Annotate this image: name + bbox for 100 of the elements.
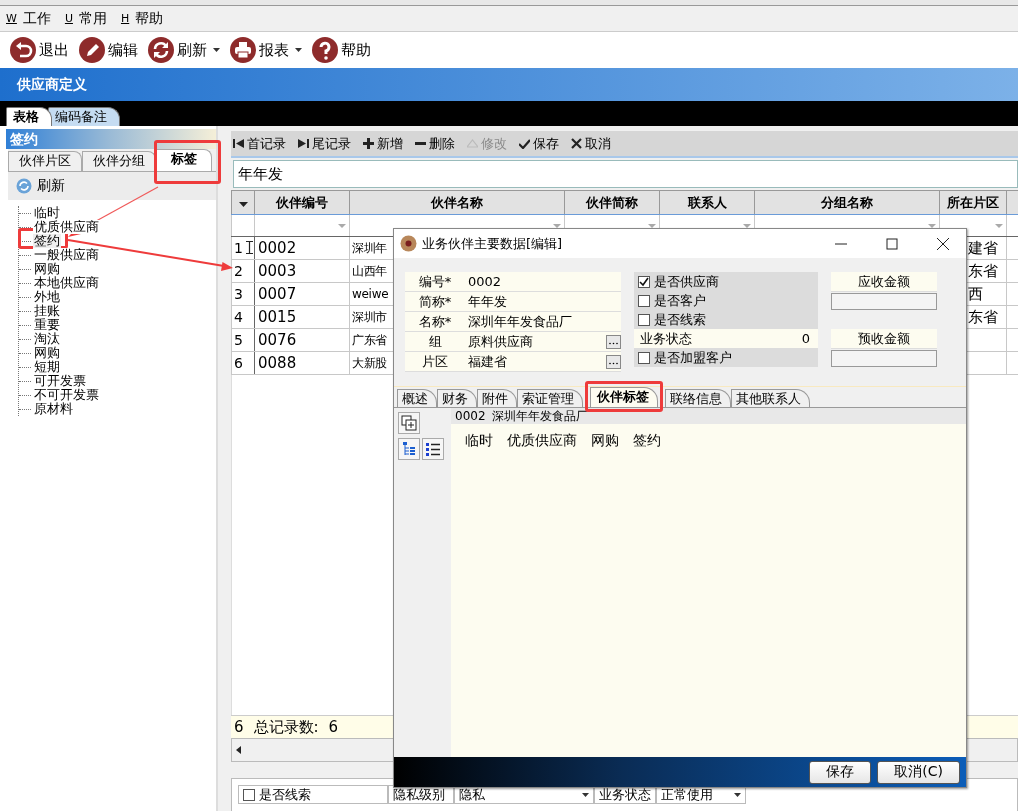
record-code: 0002 — [455, 409, 486, 423]
toolbar-button[interactable]: 新增 — [363, 134, 403, 153]
tree-item[interactable]: 短期 — [33, 360, 61, 374]
field-label: 是否加盟客户 — [654, 348, 732, 367]
save-button[interactable]: 保存 — [809, 760, 872, 784]
copy-button[interactable] — [398, 412, 420, 434]
ellipsis-icon — [609, 361, 618, 365]
caret-icon — [734, 792, 741, 797]
caret-icon — [582, 792, 589, 797]
toolbar-button[interactable]: 编辑 — [77, 37, 140, 63]
checkbox[interactable] — [638, 351, 650, 364]
cancel-button[interactable]: 取消(C) — [877, 760, 960, 784]
row-number: 1 — [234, 240, 243, 256]
checkbox[interactable] — [638, 294, 650, 307]
list-button[interactable] — [422, 438, 444, 460]
tree-icon — [401, 441, 417, 457]
tree-item[interactable]: 签约 — [33, 234, 61, 248]
checkbox[interactable] — [638, 313, 650, 326]
toolbar-button[interactable]: 退出 — [8, 37, 71, 63]
table-cell: 0015 — [254, 305, 350, 329]
toolbar-button[interactable]: 删除 — [415, 134, 455, 153]
tree-item[interactable]: 本地供应商 — [33, 276, 100, 290]
tab[interactable]: 表格 — [6, 107, 52, 126]
tree-item[interactable]: 网购 — [33, 262, 61, 276]
list-icon — [425, 441, 441, 457]
tree-item[interactable]: 优质供应商 — [33, 220, 100, 234]
tree-item[interactable]: 临时 — [33, 206, 61, 220]
tab[interactable]: 伙伴标签 — [590, 387, 658, 407]
field-label: 是否供应商 — [654, 272, 719, 291]
dropdown-arrow-icon — [238, 202, 248, 207]
checkbox[interactable] — [243, 788, 255, 801]
total-label: 总记录数: — [253, 717, 319, 737]
checkbox[interactable] — [638, 275, 650, 288]
column-header[interactable]: 分组名称 — [754, 190, 940, 215]
menu-item[interactable]: U 常用 — [64, 9, 107, 28]
tag-label: 优质供应商 — [507, 432, 577, 450]
tab[interactable]: 伙伴片区 — [8, 151, 82, 171]
field-label: 是否线索 — [259, 785, 311, 804]
column-header[interactable]: 伙伴编号 — [254, 190, 350, 215]
table-cell: 0088 — [254, 351, 350, 375]
tree-item[interactable]: 网购 — [33, 346, 61, 360]
column-header[interactable]: 联系人 — [659, 190, 755, 215]
toolbar-button[interactable]: 刷新 — [146, 37, 222, 63]
skip-end-icon — [298, 138, 309, 149]
column-header[interactable]: 所在片区 — [939, 190, 1007, 215]
window-title: 业务伙伴主要数据[编辑] — [422, 234, 564, 253]
tree-item[interactable]: 原材料 — [33, 402, 74, 416]
toolbar-button[interactable]: 帮助 — [310, 37, 373, 63]
cookie-icon — [400, 235, 417, 252]
tree-view-button[interactable] — [398, 438, 420, 460]
tab[interactable]: 财务 — [437, 389, 477, 407]
close-icon — [571, 138, 582, 149]
tab[interactable]: 其他联系人 — [731, 389, 810, 407]
browse-button[interactable] — [606, 334, 621, 349]
menu-item[interactable]: H 帮助 — [120, 9, 164, 28]
column-header[interactable]: 伙伴简称 — [564, 190, 660, 215]
tree-item[interactable]: 外地 — [33, 290, 61, 304]
tab[interactable]: 伙伴分组 — [82, 151, 156, 171]
table-cell: 0007 — [254, 282, 350, 306]
input-field[interactable] — [831, 350, 937, 367]
field-label: 是否线索 — [654, 310, 706, 329]
refresh-icon — [148, 37, 174, 63]
tree-item[interactable]: 挂账 — [33, 304, 61, 318]
toolbar-button[interactable]: 保存 — [519, 134, 559, 153]
tab[interactable]: 联络信息 — [665, 389, 731, 407]
tab[interactable]: 附件 — [477, 389, 517, 407]
toolbar-button[interactable]: 首记录 — [233, 134, 286, 153]
left-arrow-icon — [235, 746, 243, 754]
browse-button[interactable] — [606, 354, 621, 369]
help-icon — [312, 37, 338, 63]
row-number: 2 — [234, 263, 243, 279]
refresh-button[interactable]: 刷新 — [8, 172, 216, 200]
search-field[interactable]: 年年发 — [233, 160, 1018, 188]
refresh-icon — [16, 178, 32, 194]
tree-item[interactable]: 重要 — [33, 318, 61, 332]
tab[interactable]: 标签 — [156, 149, 212, 171]
column-header[interactable]: 伙伴名称 — [349, 190, 565, 215]
tree-item[interactable]: 一般供应商 — [33, 248, 100, 262]
menu-item[interactable]: W 工作 — [6, 9, 51, 28]
table-cell: 0076 — [254, 328, 350, 352]
tab[interactable]: 索证管理 — [517, 389, 583, 407]
tree-item[interactable]: 不可开发票 — [33, 388, 100, 402]
tree-item[interactable]: 淘汰 — [33, 332, 61, 346]
row-number: 3 — [234, 286, 243, 302]
ellipsis-icon — [609, 341, 618, 345]
tag-label: 签约 — [633, 432, 661, 450]
tree-item[interactable]: 可开发票 — [33, 374, 87, 388]
filter-arrow-icon — [648, 223, 656, 228]
field-value: 0 — [801, 331, 810, 346]
toolbar-button[interactable]: 取消 — [571, 134, 611, 153]
undo-icon — [10, 37, 36, 63]
filter-arrow-icon — [338, 223, 346, 228]
field-label: 业务状态 — [640, 329, 692, 348]
input-field[interactable] — [831, 293, 937, 310]
highlight-box — [154, 140, 221, 184]
tab[interactable]: 编码备注 — [48, 107, 120, 126]
toolbar-button[interactable]: 报表 — [228, 37, 304, 63]
close-icon — [937, 237, 949, 250]
tab[interactable]: 概述 — [397, 389, 437, 407]
toolbar-button[interactable]: 尾记录 — [298, 134, 351, 153]
